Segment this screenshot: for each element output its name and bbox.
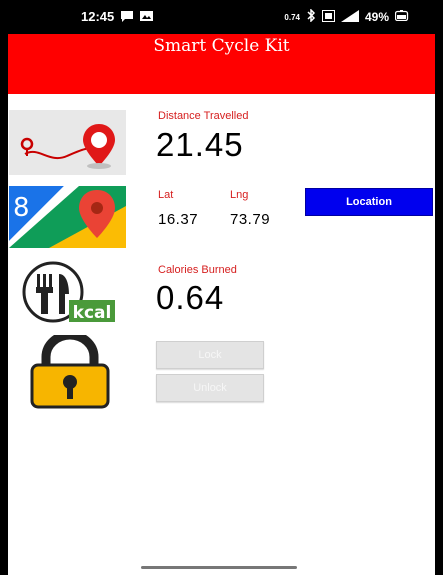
data-rate: 0.74 — [284, 12, 300, 22]
unlock-button[interactable]: Unlock — [156, 374, 264, 402]
lng-value: 73.79 — [230, 211, 271, 228]
lock-button[interactable]: Lock — [156, 341, 264, 369]
chat-bubble-icon — [120, 10, 134, 25]
battery-percent: 49% — [364, 10, 389, 24]
fork-knife-kcal-icon: kcal — [9, 260, 126, 324]
lng-label: Lng — [230, 189, 249, 201]
calories-value: 0.64 — [156, 279, 225, 316]
app-title: Smart Cycle Kit — [153, 36, 290, 56]
kcal-badge: kcal — [73, 303, 112, 323]
app-bar: Smart Cycle Kit — [8, 34, 435, 94]
lat-label: Lat — [158, 189, 174, 201]
route-map-icon — [9, 110, 126, 175]
battery-icon — [394, 10, 409, 24]
lat-value: 16.37 — [158, 211, 199, 228]
signal-icon — [340, 9, 359, 25]
phone-screen: 12:45 0.74 49% Smart Cycle Kit Distance … — [8, 0, 435, 575]
location-button[interactable]: Location — [305, 188, 433, 216]
image-icon — [140, 10, 153, 25]
padlock-icon — [16, 335, 126, 409]
distance-value: 21.45 — [156, 126, 244, 163]
distance-label: Distance Travelled — [158, 110, 249, 122]
vo-lte-icon — [321, 9, 335, 25]
home-gesture-bar[interactable] — [141, 566, 297, 569]
status-right-cluster: 0.74 49% — [284, 8, 409, 25]
svg-text:8: 8 — [13, 193, 30, 223]
status-time: 12:45 — [81, 9, 115, 24]
google-maps-icon: 8 — [9, 186, 126, 248]
calories-label: Calories Burned — [158, 264, 237, 276]
status-bar: 12:45 0.74 49% — [8, 0, 435, 34]
bluetooth-icon — [306, 8, 316, 25]
